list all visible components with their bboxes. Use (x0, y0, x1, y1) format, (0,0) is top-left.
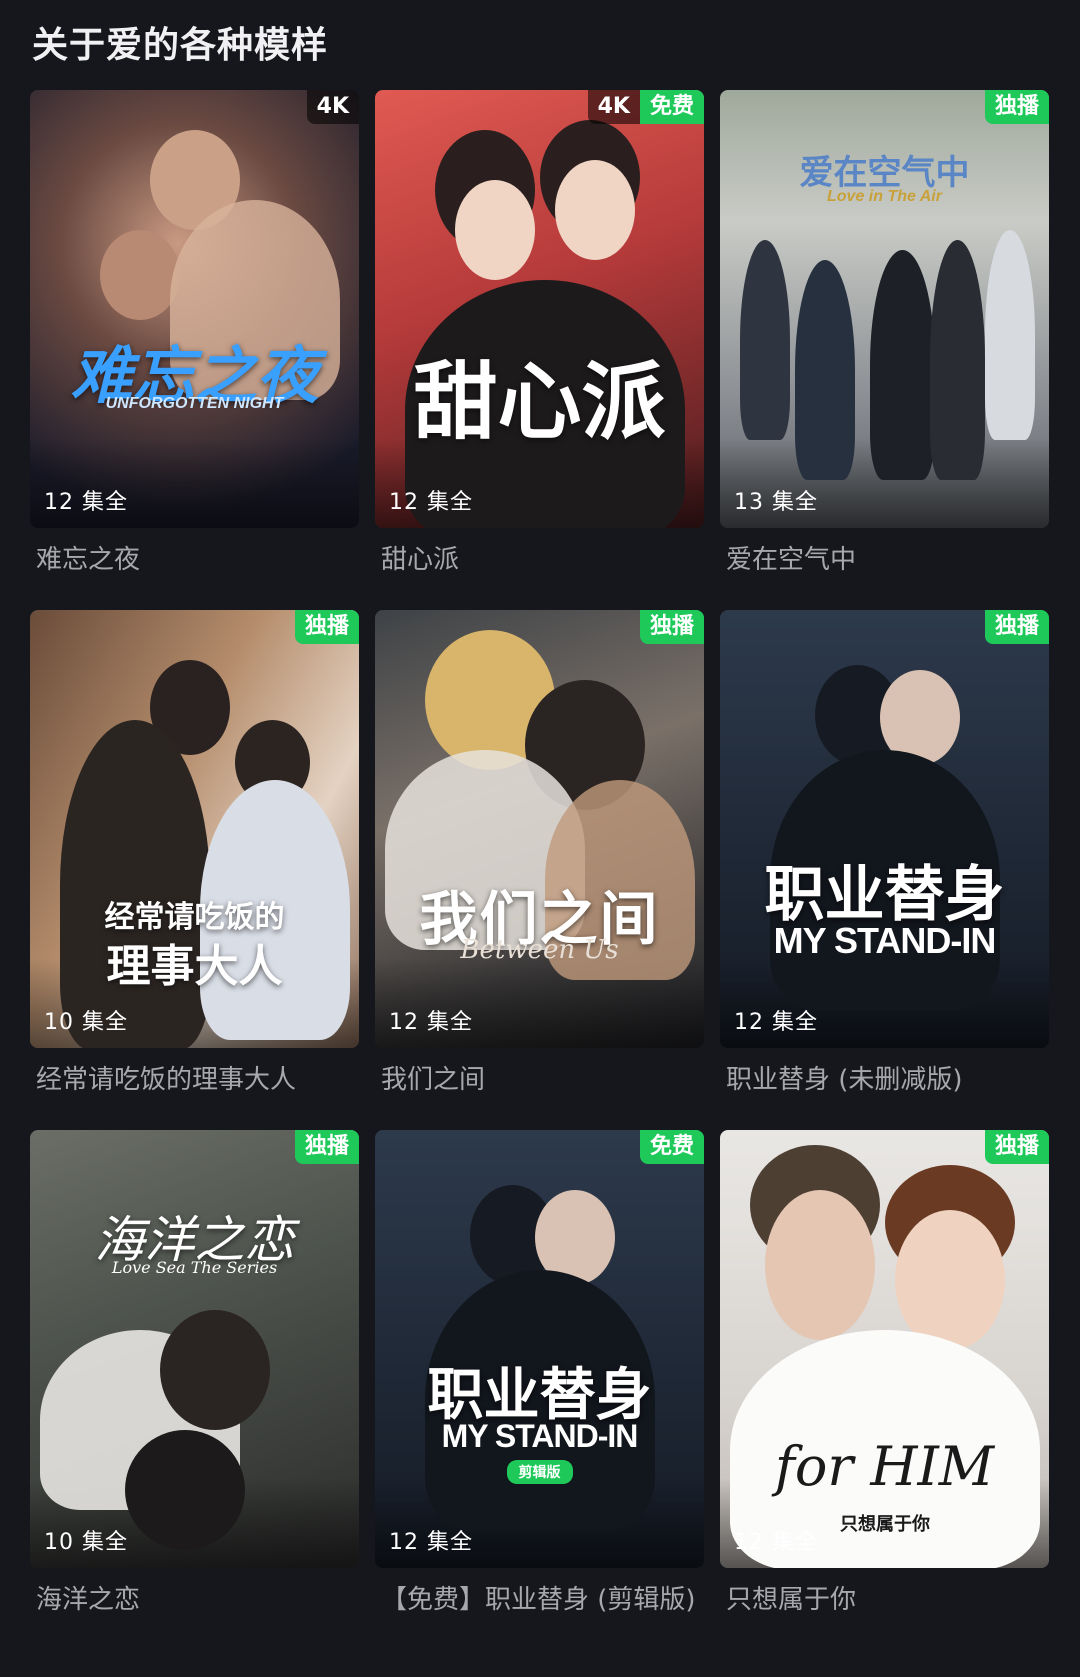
poster-title: 爱在空气中 (799, 153, 970, 193)
episode-count: 12 集全 (44, 490, 128, 515)
poster-image[interactable]: 独播 职业替身 MY STAND-IN 12 集全 (720, 610, 1049, 1048)
poster-title-line2: 理事大人 (106, 941, 283, 992)
badge-group: 4K 免费 (587, 90, 704, 124)
episode-count: 12 集全 (734, 1010, 818, 1035)
section-title: 关于爱的各种模样 (32, 25, 329, 66)
poster-subtitle: MY STAND-IN (441, 1418, 639, 1454)
poster-subtitle: for HIM (774, 1435, 995, 1498)
poster-image[interactable]: 4K 难忘之夜 UNFORGOTTEN NIGHT 12 集全 (30, 90, 359, 528)
poster-subtitle: MY STAND-IN (773, 920, 997, 961)
drama-title[interactable]: 我们之间 (375, 1062, 704, 1098)
drama-card[interactable]: 独播 职业替身 MY STAND-IN 12 集全 职业替身 (未删减版) (720, 610, 1049, 1130)
drama-title[interactable]: 【免费】职业替身 (剪辑版) (375, 1582, 704, 1618)
exclusive-badge: 独播 (984, 610, 1049, 644)
poster-subtitle: Love Sea The Series (111, 1258, 278, 1277)
drama-card[interactable]: 免费 职业替身 MY STAND-IN 剪辑版 12 集全 【免费】职业替身 (… (375, 1130, 704, 1650)
episode-count: 13 集全 (734, 490, 818, 515)
drama-card[interactable]: 独播 爱在空气中 Love in The Air 13 集全 爱在空气中 (720, 90, 1049, 610)
badge-group: 独播 (294, 1130, 359, 1164)
poster-image[interactable]: 独播 经常请吃饭的 理事大人 10 集全 (30, 610, 359, 1048)
poster-image[interactable]: 独播 我们之间 Between Us 12 集全 (375, 610, 704, 1048)
badge-group: 独播 (984, 610, 1049, 644)
drama-title[interactable]: 爱在空气中 (720, 542, 1049, 578)
drama-card[interactable]: 独播 海洋之恋 Love Sea The Series 10 集全 海洋之恋 (30, 1130, 359, 1650)
poster-subtitle: Between Us (460, 935, 619, 965)
drama-grid: 4K 难忘之夜 UNFORGOTTEN NIGHT 12 集全 难忘之夜 4K … (30, 90, 1050, 1650)
drama-title[interactable]: 难忘之夜 (30, 542, 359, 578)
episode-count: 12 集全 (734, 1530, 818, 1555)
exclusive-badge: 独播 (294, 1130, 359, 1164)
drama-card[interactable]: 4K 免费 甜心派 12 集全 甜心派 (375, 90, 704, 610)
drama-card[interactable]: 4K 难忘之夜 UNFORGOTTEN NIGHT 12 集全 难忘之夜 (30, 90, 359, 610)
drama-card[interactable]: 独播 经常请吃饭的 理事大人 10 集全 经常请吃饭的理事大人 (30, 610, 359, 1130)
exclusive-badge: 独播 (294, 610, 359, 644)
drama-title[interactable]: 经常请吃饭的理事大人 (30, 1062, 359, 1098)
episode-count: 12 集全 (389, 490, 473, 515)
badge-group: 独播 (639, 610, 704, 644)
drama-title[interactable]: 甜心派 (375, 542, 704, 578)
poster-image[interactable]: 独播 海洋之恋 Love Sea The Series 10 集全 (30, 1130, 359, 1568)
cut-version-tag: 剪辑版 (506, 1460, 573, 1484)
episode-count: 12 集全 (389, 1530, 473, 1555)
badge-group: 独播 (984, 1130, 1049, 1164)
badge-group: 独播 (984, 90, 1049, 124)
poster-image[interactable]: 4K 免费 甜心派 12 集全 (375, 90, 704, 528)
exclusive-badge: 独播 (984, 1130, 1049, 1164)
drama-card[interactable]: 独播 我们之间 Between Us 12 集全 我们之间 (375, 610, 704, 1130)
4k-badge: 4K (306, 90, 359, 124)
badge-group: 免费 (639, 1130, 704, 1164)
badge-group: 独播 (294, 610, 359, 644)
poster-subtitle: Love in The Air (827, 188, 942, 205)
poster-image[interactable]: 独播 爱在空气中 Love in The Air 13 集全 (720, 90, 1049, 528)
free-badge: 免费 (639, 90, 704, 124)
poster-image[interactable]: 免费 职业替身 MY STAND-IN 剪辑版 12 集全 (375, 1130, 704, 1568)
poster-title: 甜心派 (413, 353, 666, 451)
drama-card[interactable]: 独播 for HIM 只想属于你 12 集全 只想属于你 (720, 1130, 1049, 1650)
badge-group: 4K (306, 90, 359, 124)
4k-badge: 4K (587, 90, 640, 124)
episode-count: 12 集全 (389, 1010, 473, 1035)
drama-title[interactable]: 只想属于你 (720, 1582, 1049, 1618)
poster-subtitle: UNFORGOTTEN NIGHT (105, 395, 284, 412)
drama-title[interactable]: 海洋之恋 (30, 1582, 359, 1618)
exclusive-badge: 独播 (984, 90, 1049, 124)
drama-title[interactable]: 职业替身 (未删减版) (720, 1062, 1049, 1098)
episode-count: 10 集全 (44, 1530, 128, 1555)
free-badge: 免费 (639, 1130, 704, 1164)
exclusive-badge: 独播 (639, 610, 704, 644)
poster-image[interactable]: 独播 for HIM 只想属于你 12 集全 (720, 1130, 1049, 1568)
episode-count: 10 集全 (44, 1010, 128, 1035)
poster-title: 只想属于你 (840, 1514, 930, 1535)
